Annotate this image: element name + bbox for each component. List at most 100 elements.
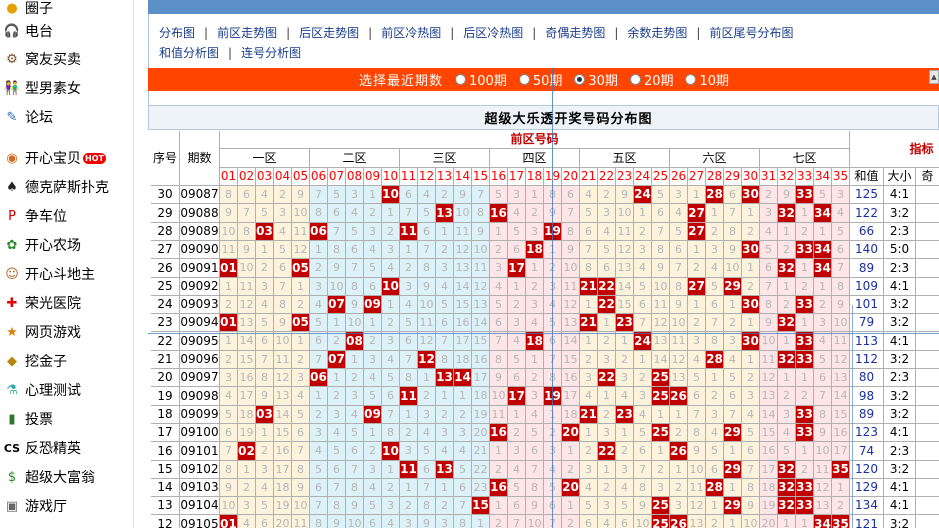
drawn-number: 08 [346,332,364,351]
omission-count: 16 [562,369,580,387]
omission-count: 10 [832,314,850,332]
drawn-number: 19 [544,223,562,241]
sidebar-item-13[interactable]: ⚗ 心理测试 [0,376,132,404]
omission-count: 6 [364,515,382,528]
sidebar-item-12[interactable]: ◆ 挖金子 [0,347,132,375]
omission-count: 19 [238,424,256,442]
omission-count: 8 [814,406,832,424]
drawn-number: 24 [634,186,652,204]
omission-count: 13 [454,259,472,278]
row-no: 30 [151,186,180,204]
omission-count: 6 [256,515,274,528]
omission-count: 6 [544,332,562,351]
omission-count: 7 [508,515,526,528]
sidebar-item-9[interactable]: ☺ 开心斗地主 [0,260,132,288]
row-size-ratio: 4:1 [884,479,916,497]
sidebar-item-11[interactable]: ★ 网页游戏 [0,318,132,346]
omission-count: 2 [382,223,400,241]
omission-count: 10 [220,223,238,241]
omission-count: 4 [256,479,274,497]
omission-count: 8 [220,186,238,204]
drawn-number: 11 [400,387,418,406]
omission-count: 6 [832,241,850,259]
omission-count: 5 [364,497,382,515]
omission-count: 5 [760,241,778,259]
omission-count: 6 [310,332,328,351]
omission-count: 2 [328,332,346,351]
omission-count: 8 [670,278,688,296]
omission-count: 3 [382,497,400,515]
sidebar-item-15[interactable]: CS 反恐精英 [0,434,132,462]
number-header: 13 [436,168,454,186]
col-header-front: 前区号码 [220,131,850,149]
omission-count: 7 [760,278,778,296]
omission-count: 2 [526,278,544,296]
omission-count: 13 [238,314,256,332]
col-header-odd: 奇 [916,168,939,186]
omission-count: 1 [490,497,508,515]
row-sum: 123 [850,424,884,442]
drawn-number: 22 [598,369,616,387]
omission-count: 2 [778,387,796,406]
drawn-number: 07 [328,296,346,314]
number-header: 02 [238,168,256,186]
drawn-number: 34 [814,204,832,223]
sidebar-item-8[interactable]: ✿ 开心农场 [0,231,132,259]
omission-count: 10 [742,515,760,528]
drawn-number: 22 [598,442,616,461]
omission-count: 3 [382,241,400,259]
omission-count: 7 [418,241,436,259]
omission-count: 10 [346,515,364,528]
omission-count: 6 [670,241,688,259]
omission-count: 5 [724,369,742,387]
sidebar-item-4[interactable]: ✎ 论坛 [0,103,132,131]
omission-count: 2 [796,461,814,479]
omission-count: 2 [436,406,454,424]
row-no: 23 [151,314,180,332]
drawn-number: 09 [364,296,382,314]
omission-count: 6 [706,461,724,479]
omission-count: 8 [292,461,310,479]
drawn-number: 27 [688,223,706,241]
row-size-ratio: 3:2 [884,406,916,424]
omission-count: 9 [670,296,688,314]
omission-count: 10 [634,515,652,528]
drawn-number: 33 [796,186,814,204]
omission-count: 5 [634,278,652,296]
forum-icon: ✎ [6,109,18,125]
sidebar-item-16[interactable]: $ 超级大富翁 [0,463,132,491]
sidebar-item-10[interactable]: ✚ 荣光医院 [0,289,132,317]
omission-count: 14 [472,314,490,332]
drawn-number: 33 [796,479,814,497]
omission-count: 15 [832,406,850,424]
omission-count: 1 [418,369,436,387]
row-no: 12 [151,515,180,528]
row-sum: 101 [850,296,884,314]
sidebar-item-7[interactable]: P 争车位 [0,202,132,230]
omission-count: 6 [544,497,562,515]
omission-count: 2 [526,369,544,387]
omission-count: 11 [292,515,310,528]
omission-count: 6 [274,259,292,278]
sidebar-item-14[interactable]: ▮ 投票 [0,405,132,433]
sidebar-item-6[interactable]: ♠ 德克萨斯扑克 [0,173,132,201]
omission-count: 20 [274,515,292,528]
omission-count: 4 [454,442,472,461]
omission-count: 4 [310,442,328,461]
omission-count: 20 [760,515,778,528]
sidebar-item-17[interactable]: ▣ 游戏厅 [0,492,132,520]
omission-count: 6 [454,479,472,497]
row-odd [916,387,939,406]
sidebar-item-2[interactable]: ⚙ 窝友买卖 [0,45,132,73]
omission-count: 2 [616,442,634,461]
omission-count: 9 [760,314,778,332]
omission-count: 3 [526,387,544,406]
crosshair-vertical [552,68,553,528]
sidebar-item-5[interactable]: ◉ 开心宝贝 HOT [0,144,132,172]
omission-count: 1 [526,351,544,369]
omission-count: 10 [472,241,490,259]
sidebar-item-1[interactable]: 🎧 电台 [0,17,132,45]
sidebar-item-3[interactable]: 👫 型男素女 [0,74,132,102]
drawn-number: 16 [490,424,508,442]
row-odd [916,241,939,259]
